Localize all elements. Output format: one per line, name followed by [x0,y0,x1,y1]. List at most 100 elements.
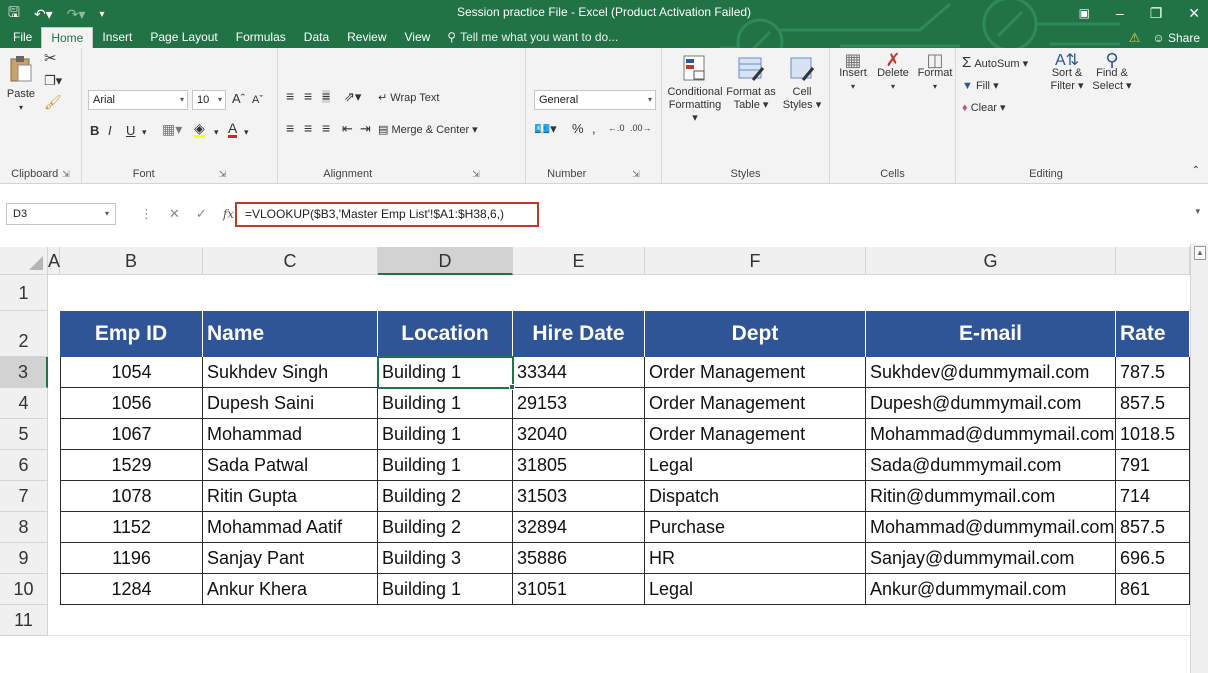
fill-color-dropdown-icon[interactable]: ▾ [214,126,219,139]
table-cell[interactable]: 35886 [513,543,645,574]
delete-cells-button[interactable]: ✗ Delete ▾ [874,51,912,93]
table-cell[interactable]: 33344 [513,357,645,388]
wrap-text-button[interactable]: ↵ Wrap Text [378,92,439,105]
tab-page-layout[interactable]: Page Layout [141,27,226,48]
increase-font-icon[interactable]: Aˆ [232,92,245,105]
merge-center-button[interactable]: ▤ Merge & Center ▾ [378,124,478,137]
column-header-e[interactable]: E [513,247,645,275]
format-as-table-button[interactable]: Format as Table ▾ [726,54,776,112]
column-header-g[interactable]: G [866,247,1116,275]
table-cell[interactable]: 1078 [60,481,203,512]
clear-button[interactable]: ♦ Clear ▾ [962,102,1006,115]
select-all-corner[interactable] [0,247,48,275]
table-cell[interactable]: Building 3 [378,543,513,574]
table-cell[interactable]: 857.5 [1116,388,1190,419]
table-cell[interactable]: Building 1 [378,357,513,388]
sort-filter-button[interactable]: A⇅ Sort & Filter ▾ [1044,53,1090,93]
format-painter-icon[interactable]: 🖌 [44,95,62,109]
table-cell[interactable]: Building 1 [378,574,513,605]
table-cell[interactable]: 1152 [60,512,203,543]
row-header-10[interactable]: 10 [0,574,48,605]
align-right-icon[interactable]: ≡ [322,121,330,135]
table-cell[interactable]: 1056 [60,388,203,419]
expand-formula-icon[interactable]: ▾ [1195,206,1200,217]
table-cell[interactable]: Order Management [645,419,866,450]
paste-button[interactable]: Paste ▾ [6,54,36,114]
table-cell[interactable]: HR [645,543,866,574]
restore-button[interactable]: ❐ [1150,5,1163,22]
header-cell[interactable]: Hire Date [513,311,645,357]
bold-button[interactable]: B [90,124,99,137]
table-cell[interactable]: Dupesh Saini [203,388,378,419]
copy-icon[interactable]: ❐▾ [44,74,62,87]
table-cell[interactable]: 1067 [60,419,203,450]
table-cell[interactable]: Sukhdev@dummymail.com [866,357,1116,388]
row-header-6[interactable]: 6 [0,450,48,481]
table-cell[interactable]: 32040 [513,419,645,450]
orientation-icon[interactable]: ⇗▾ [344,90,361,103]
header-cell[interactable]: E-mail [866,311,1116,357]
table-cell[interactable]: Mohammad@dummymail.com [866,512,1116,543]
decrease-indent-icon[interactable]: ⇤ [342,122,353,135]
decrease-decimal-icon[interactable]: .00→ [630,122,652,135]
table-cell[interactable]: Building 1 [378,388,513,419]
name-box[interactable]: D3 ▾ [6,203,116,225]
align-left-icon[interactable]: ≡ [286,121,294,135]
table-cell[interactable]: Ankur Khera [203,574,378,605]
table-cell[interactable]: 1284 [60,574,203,605]
table-cell[interactable]: 31805 [513,450,645,481]
table-cell[interactable]: 861 [1116,574,1190,605]
vertical-scrollbar[interactable]: ▲ [1190,244,1208,673]
ribbon-display-icon[interactable]: ▣ [1079,6,1090,20]
align-center-icon[interactable]: ≡ [304,121,312,135]
header-cell[interactable]: Rate [1116,311,1190,357]
empty-row[interactable] [48,275,1190,311]
row-header-1[interactable]: 1 [0,275,48,311]
table-cell[interactable]: Order Management [645,388,866,419]
column-header-f[interactable]: F [645,247,866,275]
table-cell[interactable]: Sanjay Pant [203,543,378,574]
table-cell[interactable]: Dupesh@dummymail.com [866,388,1116,419]
italic-button[interactable]: I [108,124,112,137]
row-header-8[interactable]: 8 [0,512,48,543]
table-cell[interactable]: 696.5 [1116,543,1190,574]
table-cell[interactable]: Ritin Gupta [203,481,378,512]
header-cell[interactable]: Location [378,311,513,357]
row-header-11[interactable]: 11 [0,605,48,636]
accounting-format-icon[interactable]: 💶▾ [534,122,557,135]
table-cell[interactable]: Mohammad@dummymail.com [866,419,1116,450]
empty-row[interactable] [48,605,1190,636]
tab-review[interactable]: Review [338,27,395,48]
table-cell[interactable]: 1054 [60,357,203,388]
fill-button[interactable]: ▼ Fill ▾ [962,80,999,93]
insert-function-icon[interactable]: fx [223,207,234,221]
conditional-formatting-button[interactable]: Conditional Formatting ▾ [666,54,724,125]
tab-insert[interactable]: Insert [93,27,141,48]
tell-me-box[interactable]: ⚲ Tell me what you want to do... [447,27,618,48]
table-cell[interactable]: Building 1 [378,450,513,481]
table-cell[interactable]: 29153 [513,388,645,419]
header-cell[interactable]: Emp ID [60,311,203,357]
column-header-c[interactable]: C [203,247,378,275]
align-middle-icon[interactable]: ≡ [304,89,312,103]
table-cell[interactable]: Legal [645,574,866,605]
font-color-dropdown-icon[interactable]: ▾ [244,126,249,139]
share-button[interactable]: ☺ Share [1152,31,1200,45]
row-header-4[interactable]: 4 [0,388,48,419]
font-name-select[interactable]: Arial ▾ [88,90,188,110]
percent-button[interactable]: % [572,122,584,135]
table-cell[interactable]: Building 1 [378,419,513,450]
table-cell[interactable]: Purchase [645,512,866,543]
table-cell[interactable]: Sanjay@dummymail.com [866,543,1116,574]
worksheet-grid[interactable]: ABCDEFG 1 2 3 4 5 6 7 8 9 10 11 Emp ID Name Location… [0,230,1208,673]
table-cell[interactable]: 787.5 [1116,357,1190,388]
table-cell[interactable]: 714 [1116,481,1190,512]
find-select-button[interactable]: ⚲ Find & Select ▾ [1090,51,1134,93]
increase-indent-icon[interactable]: ⇥ [360,122,371,135]
tab-view[interactable]: View [396,27,440,48]
tab-file[interactable]: File [4,27,41,48]
table-cell[interactable]: Sukhdev Singh [203,357,378,388]
table-cell[interactable]: Mohammad Aatif [203,512,378,543]
cut-icon[interactable]: ✂ [44,51,57,66]
column-header-a[interactable]: A [48,247,60,275]
